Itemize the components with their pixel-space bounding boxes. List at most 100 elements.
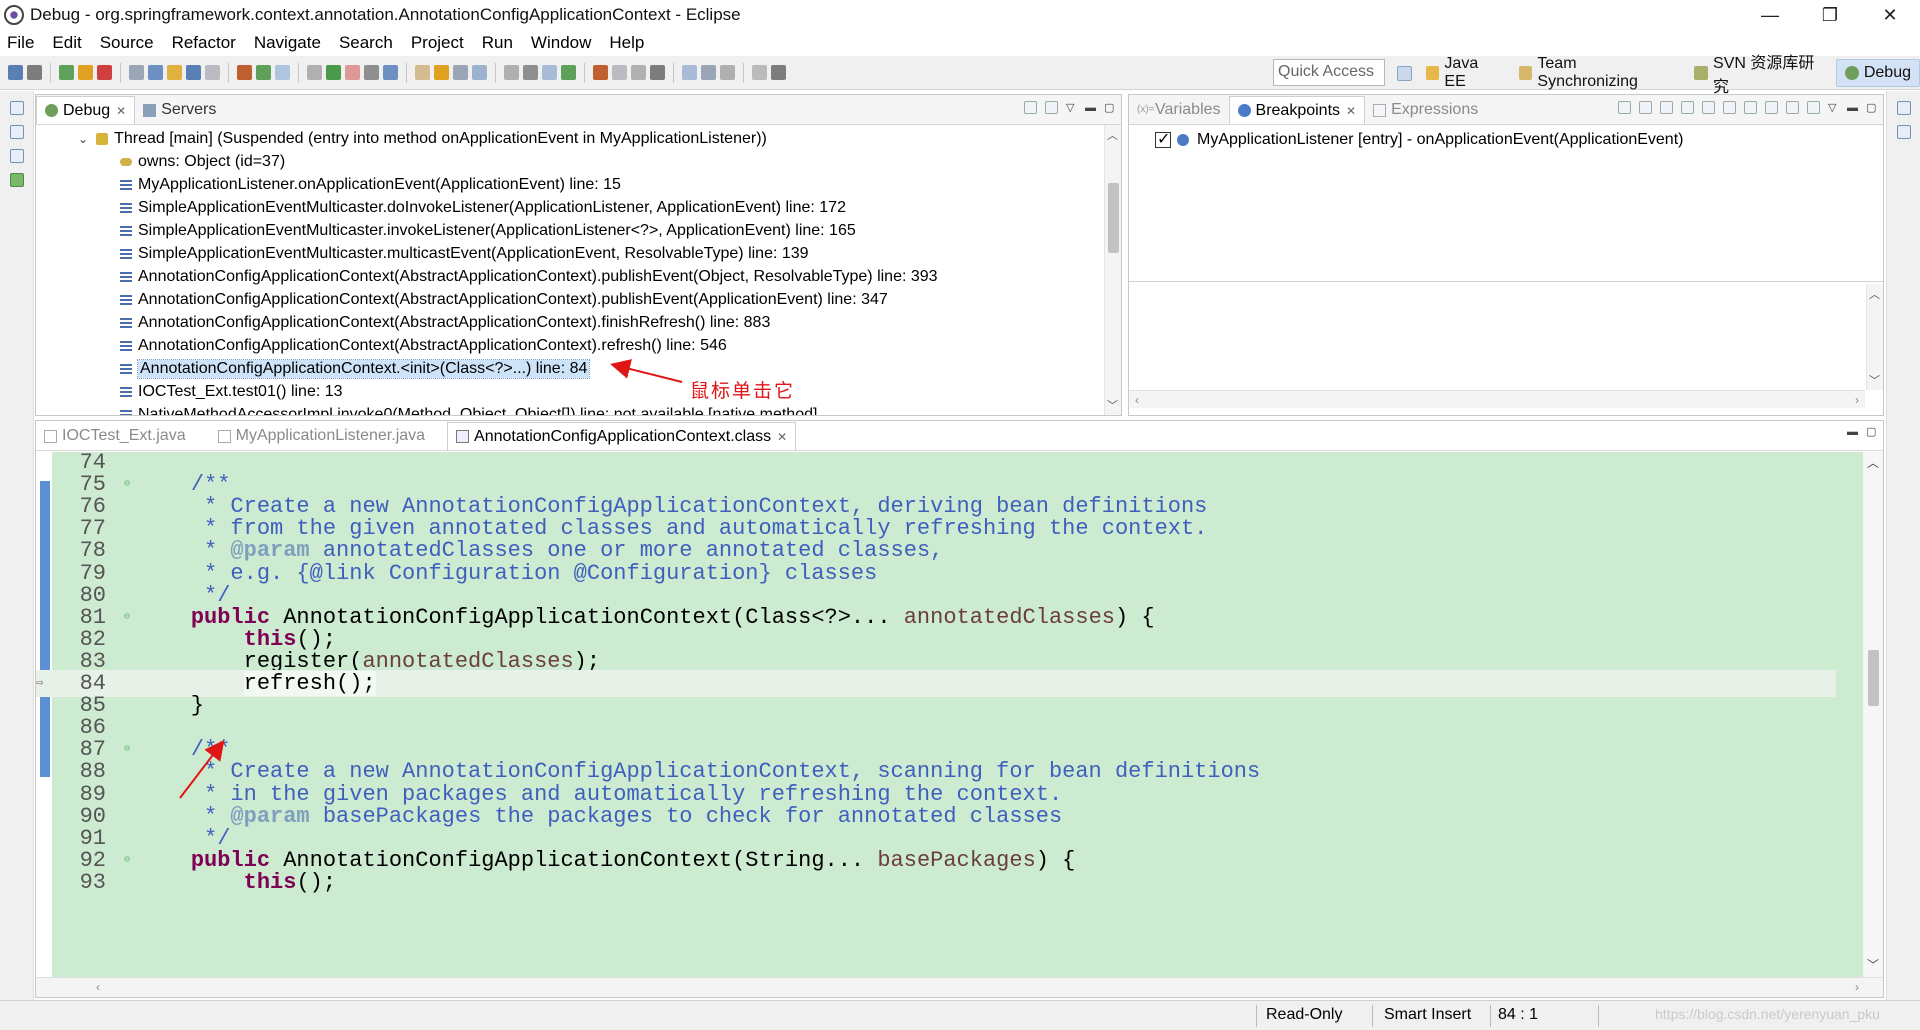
detail-scrollbar[interactable]: ︿ ﹀: [1866, 284, 1883, 390]
maximize-view-icon[interactable]: ▢: [1866, 102, 1877, 113]
expand-all-icon[interactable]: [1723, 101, 1736, 114]
stack-frame-row[interactable]: NativeMethodAccessorImpl.invoke0(Method,…: [120, 403, 817, 415]
stack-frame-row[interactable]: SimpleApplicationEventMulticaster.doInvo…: [120, 196, 846, 219]
scroll-up-icon[interactable]: ︿: [1869, 286, 1880, 302]
breakpoint-checkbox[interactable]: [1155, 129, 1171, 149]
chevron-down-icon[interactable]: ⌄: [78, 132, 88, 146]
restore-view-icon[interactable]: [10, 101, 24, 115]
minimize-view-icon[interactable]: ▬: [1847, 102, 1858, 113]
menu-edit[interactable]: Edit: [43, 33, 90, 53]
history-icon[interactable]: [701, 65, 716, 80]
new-java-project-icon[interactable]: [383, 65, 398, 80]
remove-terminated-icon[interactable]: [1024, 101, 1037, 114]
menu-project[interactable]: Project: [402, 33, 473, 53]
tab-variables[interactable]: (x)= Variables: [1129, 96, 1229, 124]
use-step-filters-icon[interactable]: [237, 65, 252, 80]
code-editor[interactable]: 74 75 ⊖ /** 76 * Create a new AnnotationCon…: [36, 452, 1883, 977]
stack-frame-row[interactable]: AnnotationConfigApplicationContext(Abstr…: [120, 288, 888, 311]
restore-right-view-icon[interactable]: [1897, 101, 1911, 115]
toggle-mark-icon[interactable]: [472, 65, 487, 80]
perspective-svn[interactable]: SVN 资源库研究: [1686, 55, 1836, 96]
pin-editor-icon[interactable]: [612, 65, 627, 80]
link-with-debug-icon[interactable]: [1765, 101, 1778, 114]
perspective-debug[interactable]: Debug: [1835, 59, 1920, 87]
outline-view-icon[interactable]: [1897, 125, 1911, 139]
thread-row[interactable]: ⌄ Thread [main] (Suspended (entry into m…: [78, 127, 767, 150]
disconnect-icon[interactable]: [129, 65, 144, 80]
editor-hscrollbar[interactable]: ‹ ›: [36, 977, 1883, 997]
breakpoint-detail-pane[interactable]: ︿ ﹀ ‹ ›: [1129, 281, 1883, 415]
tab-debug[interactable]: Debug ✕: [36, 96, 136, 124]
remove-breakpoint-icon[interactable]: [1618, 101, 1631, 114]
prev-annotation-icon[interactable]: [523, 65, 538, 80]
menu-navigate[interactable]: Navigate: [245, 33, 330, 53]
code-line[interactable]: 93 this();: [36, 869, 1836, 896]
maximize-view-icon[interactable]: ▢: [1866, 427, 1877, 438]
outline-icon[interactable]: [10, 149, 24, 163]
sync-icon[interactable]: [720, 65, 735, 80]
profile-icon[interactable]: [682, 65, 697, 80]
close-icon[interactable]: ✕: [1346, 104, 1356, 118]
debug-run-icon[interactable]: [345, 65, 360, 80]
tab-breakpoints[interactable]: Breakpoints ✕: [1228, 96, 1366, 124]
minimize-button[interactable]: —: [1740, 0, 1800, 30]
skip-breakpoints-icon[interactable]: [1702, 101, 1715, 114]
terminate-icon[interactable]: [97, 65, 112, 80]
open-perspective-icon[interactable]: [1397, 65, 1412, 81]
settings-icon[interactable]: [771, 65, 786, 80]
menu-file[interactable]: File: [0, 33, 43, 53]
project-explorer-icon[interactable]: [10, 125, 24, 139]
menu-window[interactable]: Window: [522, 33, 600, 53]
stack-frame-row[interactable]: AnnotationConfigApplicationContext.<init…: [120, 357, 591, 380]
add-java-exception-icon[interactable]: [1786, 101, 1799, 114]
suspend-icon[interactable]: [78, 65, 93, 80]
step-over-icon[interactable]: [167, 65, 182, 80]
resume-icon[interactable]: [59, 65, 74, 80]
open-task-icon[interactable]: [453, 65, 468, 80]
minimize-view-icon[interactable]: ▬: [1085, 102, 1096, 113]
owns-monitor-row[interactable]: owns: Object (id=37): [120, 150, 285, 173]
tab-annotation-config-class[interactable]: AnnotationConfigApplicationContext.class…: [447, 422, 797, 450]
pin-icon[interactable]: [1807, 101, 1820, 114]
back-icon[interactable]: [561, 65, 576, 80]
maximize-button[interactable]: ❐: [1800, 0, 1860, 30]
link-icon[interactable]: [752, 65, 767, 80]
scroll-up-icon[interactable]: ︿: [1107, 127, 1118, 143]
tab-ioctest-ext[interactable]: IOCTest_Ext.java: [36, 422, 194, 450]
new-icon[interactable]: [256, 65, 271, 80]
last-edit-icon[interactable]: [542, 65, 557, 80]
scroll-down-icon[interactable]: ﹀: [1869, 372, 1880, 388]
coverage-icon[interactable]: [650, 65, 665, 80]
drop-to-frame-icon[interactable]: [205, 65, 220, 80]
stack-frame-row[interactable]: AnnotationConfigApplicationContext(Abstr…: [120, 265, 938, 288]
menu-source[interactable]: Source: [91, 33, 163, 53]
scroll-right-icon[interactable]: ›: [1855, 980, 1859, 994]
scroll-thumb[interactable]: [1868, 650, 1879, 706]
close-icon[interactable]: ✕: [777, 430, 787, 444]
scroll-down-icon[interactable]: ﹀: [1867, 956, 1879, 973]
view-menu-icon[interactable]: [1045, 101, 1058, 114]
save-icon[interactable]: [8, 65, 23, 80]
minimize-view-icon[interactable]: ▬: [1847, 427, 1858, 438]
tab-servers[interactable]: Servers: [135, 96, 224, 124]
perspective-java-ee[interactable]: Java EE: [1418, 55, 1511, 90]
scroll-down-icon[interactable]: ﹀: [1107, 397, 1118, 413]
console-icon[interactable]: [10, 173, 24, 187]
detail-hscrollbar[interactable]: ‹ ›: [1129, 390, 1865, 408]
chevron-down-icon[interactable]: ▽: [1828, 102, 1839, 113]
external-tools-icon[interactable]: [364, 65, 379, 80]
scroll-right-icon[interactable]: ›: [1855, 393, 1859, 407]
stack-frame-row[interactable]: AnnotationConfigApplicationContext(Abstr…: [120, 311, 770, 334]
run-icon[interactable]: [326, 65, 341, 80]
stack-frame-row[interactable]: IOCTest_Ext.test01() line: 13: [120, 380, 343, 403]
breakpoint-item[interactable]: MyApplicationListener [entry] - onApplic…: [1155, 129, 1683, 149]
new-package-icon[interactable]: [415, 65, 430, 80]
perspective-team-sync[interactable]: Team Synchronizing: [1511, 55, 1687, 90]
stack-frame-row[interactable]: MyApplicationListener.onApplicationEvent…: [120, 173, 621, 196]
close-icon[interactable]: ✕: [116, 104, 126, 118]
tab-expressions[interactable]: Expressions: [1365, 96, 1486, 124]
menu-search[interactable]: Search: [330, 33, 402, 53]
remove-all-breakpoints-icon[interactable]: [1639, 101, 1652, 114]
editor-scrollbar[interactable]: ︿ ﹀: [1863, 452, 1883, 977]
step-return-icon[interactable]: [186, 65, 201, 80]
